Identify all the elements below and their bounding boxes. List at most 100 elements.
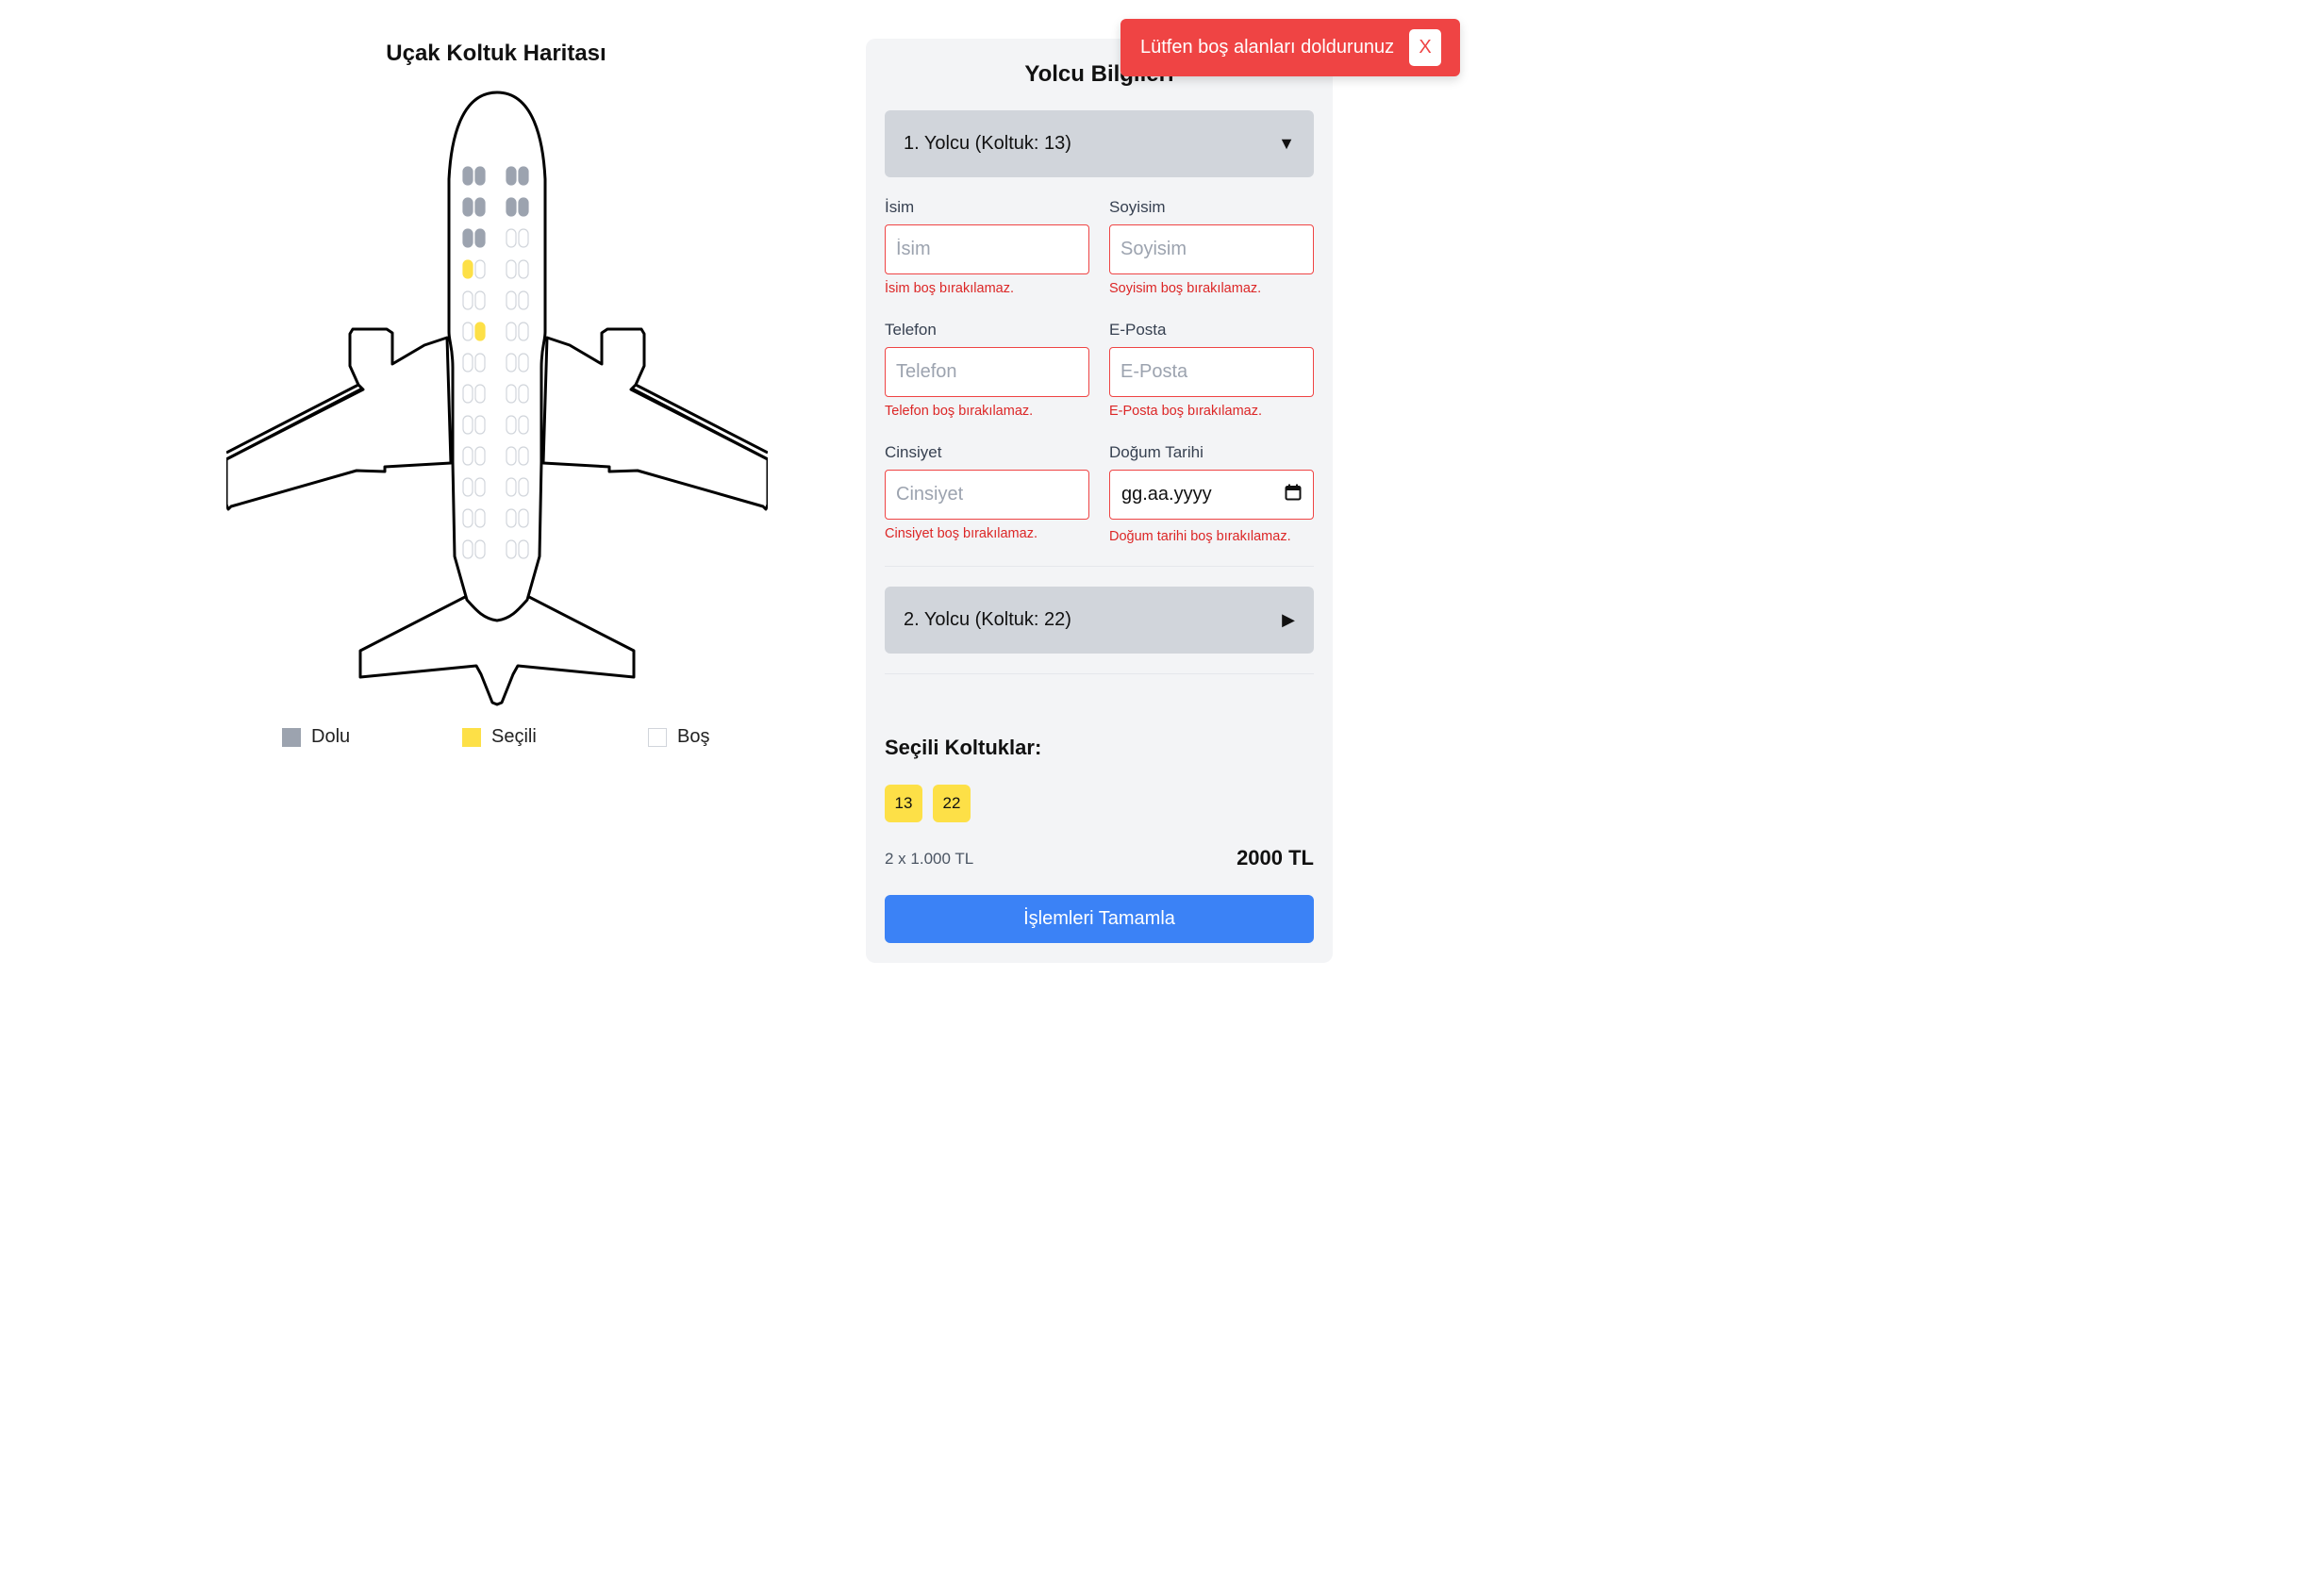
seat-bos[interactable] xyxy=(518,290,529,310)
divider xyxy=(885,673,1314,674)
seat-bos[interactable] xyxy=(474,384,486,404)
seat-bos[interactable] xyxy=(462,290,473,310)
birthdate-label: Doğum Tarihi xyxy=(1109,443,1204,461)
name-error: İsim boş bırakılamaz. xyxy=(885,281,1014,296)
complete-button[interactable]: İşlemleri Tamamla xyxy=(885,895,1314,943)
selected-seat-chip: 22 xyxy=(933,785,971,822)
right-wing-shape xyxy=(541,327,768,511)
seat-bos[interactable] xyxy=(462,384,473,404)
gender-input[interactable] xyxy=(885,470,1089,520)
email-input[interactable] xyxy=(1109,347,1314,397)
seat-bos[interactable] xyxy=(462,477,473,497)
legend-bos-label: Boş xyxy=(677,726,710,747)
seat-secili[interactable] xyxy=(462,259,473,279)
seat-bos[interactable] xyxy=(518,446,529,466)
seat-bos[interactable] xyxy=(506,290,517,310)
seat-bos[interactable] xyxy=(474,353,486,373)
seat-bos[interactable] xyxy=(462,322,473,341)
seat-bos[interactable] xyxy=(462,353,473,373)
email-label: E-Posta xyxy=(1109,321,1167,339)
name-field: İsim İsim boş bırakılamaz. xyxy=(885,198,1089,296)
seat-bos[interactable] xyxy=(518,228,529,248)
legend-dolu-swatch xyxy=(282,727,301,747)
seat-dolu xyxy=(474,166,486,186)
toast-close-button[interactable]: X xyxy=(1409,29,1441,66)
seat-bos[interactable] xyxy=(506,415,517,435)
selected-seat-chip: 13 xyxy=(885,785,922,822)
seat-bos[interactable] xyxy=(518,259,529,279)
birthdate-input[interactable]: gg.aa.yyyy xyxy=(1109,470,1314,520)
passenger-1-title: 1. Yolcu (Koltuk: 13) xyxy=(904,133,1071,154)
phone-error: Telefon boş bırakılamaz. xyxy=(885,404,1034,419)
passenger-info-panel: Yolcu Bilgileri 1. Yolcu (Koltuk: 13) ▼ … xyxy=(866,39,1333,963)
legend-bos: Boş xyxy=(648,726,709,748)
error-toast: Lütfen boş alanları doldurunuz X xyxy=(1120,19,1460,76)
toast-message: Lütfen boş alanları doldurunuz xyxy=(1140,37,1395,58)
seat-secili[interactable] xyxy=(474,322,486,341)
surname-error: Soyisim boş bırakılamaz. xyxy=(1109,281,1262,296)
birthdate-field: Doğum Tarihi gg.aa.yyyy Doğum tarihi boş… xyxy=(1109,443,1314,544)
legend-dolu-label: Dolu xyxy=(311,726,351,747)
seat-dolu xyxy=(474,197,486,217)
seat-dolu xyxy=(462,166,473,186)
triangle-down-icon: ▼ xyxy=(1278,134,1295,153)
gender-label: Cinsiyet xyxy=(885,443,942,461)
seat-bos[interactable] xyxy=(518,322,529,341)
seat-bos[interactable] xyxy=(462,415,473,435)
surname-input[interactable] xyxy=(1109,224,1314,274)
seat-bos[interactable] xyxy=(506,353,517,373)
seat-bos[interactable] xyxy=(506,446,517,466)
passenger-1-accordion-header[interactable]: 1. Yolcu (Koltuk: 13) ▼ xyxy=(885,110,1314,177)
legend-secili: Seçili xyxy=(462,726,537,748)
seat-bos[interactable] xyxy=(474,508,486,528)
seat-bos[interactable] xyxy=(506,539,517,559)
seat-map-title: Uçak Koltuk Haritası xyxy=(386,41,606,66)
seat-dolu xyxy=(462,228,473,248)
seat-bos[interactable] xyxy=(474,259,486,279)
seat-bos[interactable] xyxy=(474,290,486,310)
phone-input[interactable] xyxy=(885,347,1089,397)
seat-bos[interactable] xyxy=(506,477,517,497)
surname-label: Soyisim xyxy=(1109,198,1166,216)
seat-dolu xyxy=(462,197,473,217)
selected-seats-title: Seçili Koltuklar: xyxy=(885,736,1042,759)
seat-bos[interactable] xyxy=(462,508,473,528)
seat-bos[interactable] xyxy=(474,446,486,466)
seat-bos[interactable] xyxy=(506,508,517,528)
seat-bos[interactable] xyxy=(506,384,517,404)
seat-bos[interactable] xyxy=(518,415,529,435)
left-wing-shape xyxy=(226,327,453,511)
gender-field: Cinsiyet Cinsiyet boş bırakılamaz. xyxy=(885,443,1089,541)
divider xyxy=(885,566,1314,567)
birthdate-error: Doğum tarihi boş bırakılamaz. xyxy=(1109,529,1291,544)
calendar-icon[interactable] xyxy=(1285,484,1302,506)
triangle-right-icon: ▶ xyxy=(1282,610,1295,629)
seat-bos[interactable] xyxy=(518,508,529,528)
seat-bos[interactable] xyxy=(474,477,486,497)
name-input[interactable] xyxy=(885,224,1089,274)
phone-field: Telefon Telefon boş bırakılamaz. xyxy=(885,321,1089,419)
seat-bos[interactable] xyxy=(506,322,517,341)
passenger-2-accordion-header[interactable]: 2. Yolcu (Koltuk: 22) ▶ xyxy=(885,587,1314,654)
seat-bos[interactable] xyxy=(506,228,517,248)
seat-bos[interactable] xyxy=(474,539,486,559)
seat-bos[interactable] xyxy=(518,477,529,497)
seat-dolu xyxy=(506,197,517,217)
seat-dolu xyxy=(518,166,529,186)
seat-bos[interactable] xyxy=(518,539,529,559)
seat-bos[interactable] xyxy=(474,415,486,435)
passenger-2-title: 2. Yolcu (Koltuk: 22) xyxy=(904,609,1071,630)
phone-label: Telefon xyxy=(885,321,937,339)
seat-bos[interactable] xyxy=(518,384,529,404)
name-label: İsim xyxy=(885,198,915,216)
email-field: E-Posta E-Posta boş bırakılamaz. xyxy=(1109,321,1314,419)
birthdate-placeholder: gg.aa.yyyy xyxy=(1121,484,1212,505)
seat-bos[interactable] xyxy=(462,539,473,559)
seat-bos[interactable] xyxy=(462,446,473,466)
seat-bos[interactable] xyxy=(518,353,529,373)
seat-bos[interactable] xyxy=(506,259,517,279)
email-error: E-Posta boş bırakılamaz. xyxy=(1109,404,1262,419)
seat-dolu xyxy=(506,166,517,186)
legend-secili-label: Seçili xyxy=(491,726,537,747)
legend-bos-swatch xyxy=(648,727,667,747)
